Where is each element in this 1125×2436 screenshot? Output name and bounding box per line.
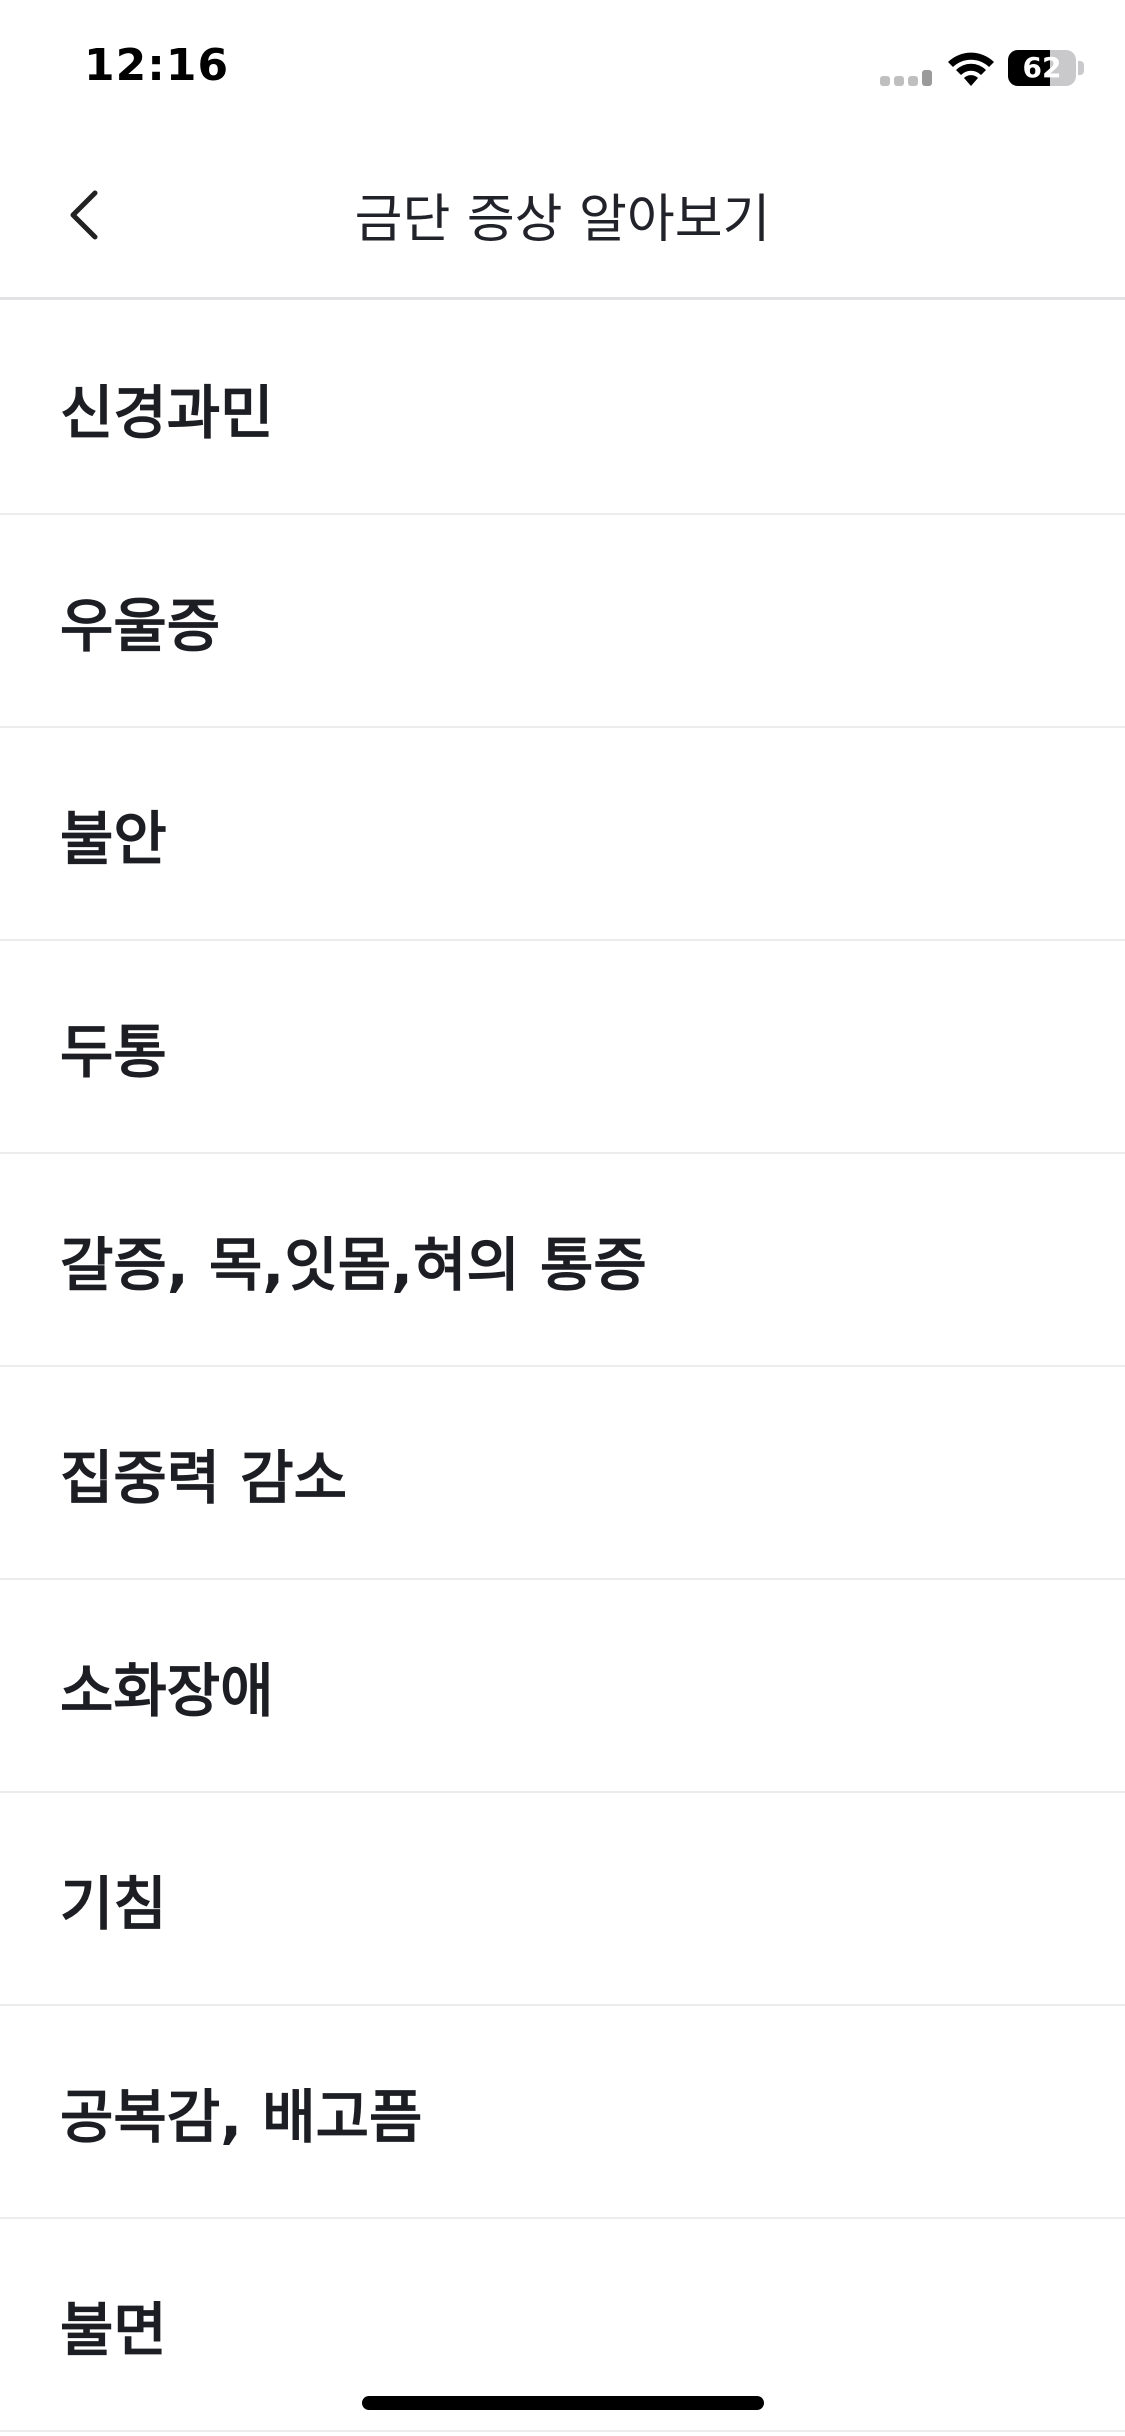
status-time: 12:16	[84, 40, 230, 91]
list-item-label: 불안	[60, 804, 167, 873]
list-item[interactable]: 신경과민	[0, 302, 1125, 515]
list-item[interactable]: 기침	[0, 1793, 1125, 2006]
list-item[interactable]: 우울증	[0, 515, 1125, 728]
list-item-label: 불면	[60, 2295, 167, 2364]
battery-nub	[1078, 61, 1084, 75]
chevron-left-icon	[70, 190, 98, 240]
list-item-label: 갈증, 목,잇몸,혀의 통증	[60, 1230, 647, 1299]
battery-level: 62	[1022, 51, 1062, 84]
list-item-label: 공복감, 배고픔	[60, 2082, 423, 2151]
list-item[interactable]: 불안	[0, 728, 1125, 941]
list-item[interactable]: 집중력 감소	[0, 1367, 1125, 1580]
list-item-label: 신경과민	[60, 378, 274, 447]
header: 금단 증상 알아보기	[0, 140, 1125, 300]
wifi-icon	[948, 52, 994, 86]
cellular-signal-icon	[880, 70, 936, 86]
page-title: 금단 증상 알아보기	[354, 190, 771, 250]
list-item-label: 소화장애	[60, 1656, 274, 1725]
list-item-label: 집중력 감소	[60, 1443, 347, 1512]
list-item-label: 두통	[60, 1017, 167, 1086]
list-item[interactable]: 소화장애	[0, 1580, 1125, 1793]
status-bar: 12:16 62	[0, 0, 1125, 140]
symptom-list: 신경과민 우울증 불안 두통 갈증, 목,잇몸,혀의 통증 집중력 감소 소화장…	[0, 302, 1125, 2432]
list-item-label: 우울증	[60, 591, 221, 660]
battery-icon: 62	[1008, 50, 1076, 86]
list-item[interactable]: 두통	[0, 941, 1125, 1154]
back-button[interactable]	[40, 170, 130, 260]
list-item-label: 기침	[60, 1869, 167, 1938]
screen: 12:16 62 금단 증상 알아보기 신경과민 우울증 불안 두통 갈증, 목…	[0, 0, 1125, 2436]
list-item[interactable]: 갈증, 목,잇몸,혀의 통증	[0, 1154, 1125, 1367]
list-item[interactable]: 공복감, 배고픔	[0, 2006, 1125, 2219]
home-indicator[interactable]	[362, 2396, 764, 2410]
